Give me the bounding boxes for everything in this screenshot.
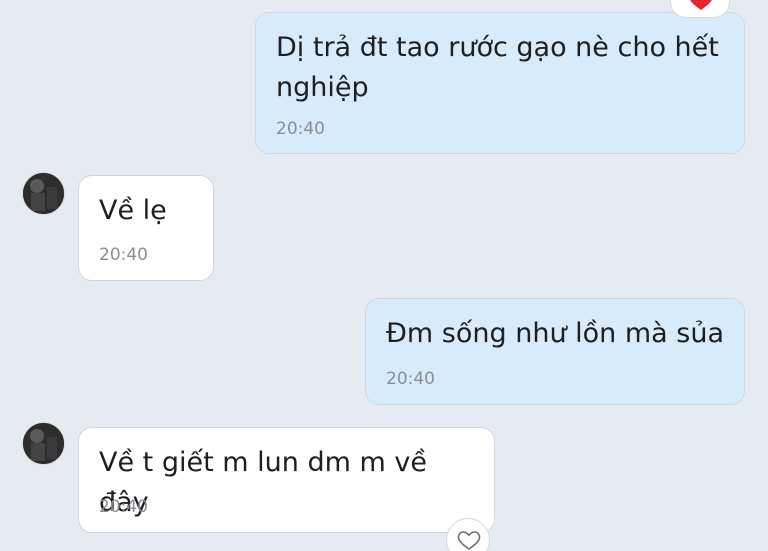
heart-outline-icon — [457, 531, 481, 550]
message-bubble-outgoing[interactable]: Dị trả đt tao rước gạo nè cho hết nghiệp… — [255, 12, 745, 154]
heart-icon — [690, 0, 712, 10]
message-bubble-incoming[interactable]: Về t giết m lun dm m về đây 20:40 — [78, 427, 495, 533]
message-time: 20:40 — [99, 245, 148, 265]
message-text: Về lẹ — [99, 195, 167, 226]
message-time: 20:40 — [99, 497, 148, 517]
message-text: Đm sống như lồn mà sủa — [386, 318, 725, 349]
message-time: 20:40 — [386, 369, 435, 389]
message-text: Dị trả đt tao rước gạo nè cho hết nghiệp — [276, 32, 719, 103]
message-bubble-incoming[interactable]: Về lẹ 20:40 — [78, 175, 214, 281]
reaction-badge[interactable] — [670, 0, 730, 18]
avatar[interactable] — [22, 172, 65, 215]
message-time: 20:40 — [276, 119, 325, 139]
message-text: Về t giết m lun dm m về đây — [99, 447, 427, 518]
message-bubble-outgoing[interactable]: Đm sống như lồn mà sủa 20:40 — [365, 298, 745, 405]
avatar[interactable] — [22, 422, 65, 465]
chat-screen: Dị trả đt tao rước gạo nè cho hết nghiệp… — [0, 0, 768, 551]
